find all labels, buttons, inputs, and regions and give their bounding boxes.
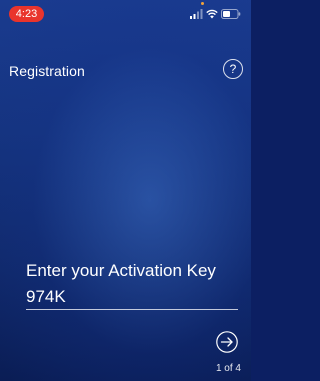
help-button[interactable]: ? [223, 59, 243, 79]
status-icons [190, 8, 241, 20]
page-indicator: 1 of 4 [215, 363, 241, 374]
registration-screen: 4:23 Registration ? Enter your Activatio… [0, 0, 251, 381]
next-button[interactable] [216, 331, 238, 353]
privacy-indicator-dot [201, 2, 204, 5]
signal-icon [190, 9, 203, 19]
activation-key-label: Enter your Activation Key [26, 261, 216, 280]
page-title: Registration [9, 63, 85, 79]
activation-key-input[interactable] [26, 284, 238, 310]
status-time[interactable]: 4:23 [9, 6, 44, 22]
status-bar: 4:23 [0, 0, 251, 28]
wifi-icon [206, 9, 218, 19]
battery-icon [221, 9, 241, 19]
